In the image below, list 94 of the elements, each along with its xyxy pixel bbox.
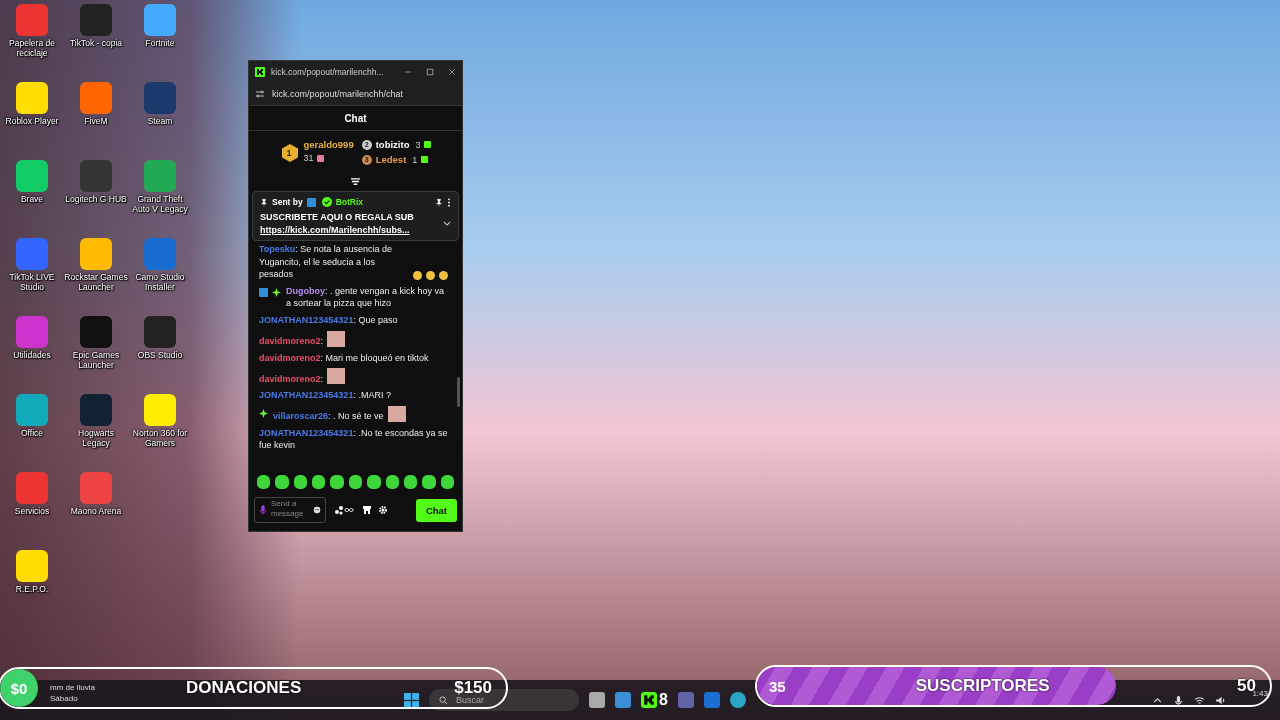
search-icon <box>439 695 448 705</box>
desktop-shortcut[interactable]: Fortnite <box>128 4 192 82</box>
leaderboard-name[interactable]: Ledest <box>375 154 407 165</box>
channel-points-icon[interactable] <box>332 505 356 515</box>
desktop-shortcut[interactable]: Epic Games Launcher <box>64 316 128 394</box>
moderator-badge-icon <box>306 197 316 207</box>
desktop-shortcut[interactable]: Camo Studio Installer <box>128 238 192 316</box>
emote-icon[interactable] <box>385 475 399 489</box>
weather-day: Sábado <box>50 694 78 703</box>
goal-label: DONACIONES <box>186 678 302 698</box>
chat-message: JONATHAN123454321: Que paso <box>259 313 398 327</box>
goal-current: $0 <box>9 679 29 697</box>
emote-image <box>327 330 346 347</box>
chat-message: JONATHAN123454321: .No te escondas ya se fue kevin <box>259 426 448 452</box>
desktop-shortcut[interactable]: Logitech G HUB <box>64 160 128 238</box>
close-icon[interactable] <box>448 68 456 76</box>
emote-icon[interactable] <box>257 475 271 489</box>
rank-badge-icon <box>279 143 300 163</box>
emote-icon[interactable] <box>348 475 363 489</box>
pin-icon[interactable] <box>435 197 443 207</box>
emoji-icon[interactable] <box>313 506 321 514</box>
desktop-shortcut[interactable]: OBS Studio <box>128 316 192 394</box>
leaderboard-name[interactable]: tobizito <box>375 139 410 150</box>
desktop-shortcut[interactable]: Norton 360 for Gamers <box>128 394 192 472</box>
message-input[interactable]: Send a message <box>271 499 309 521</box>
goal-label: SUSCRIPTORES <box>915 676 1050 696</box>
goal-current: 35 <box>769 677 786 695</box>
desktop-shortcut[interactable]: Roblox Player <box>0 82 64 160</box>
window-title: kick.com/popout/marilenchh... <box>271 67 385 77</box>
chat-message: JONATHAN123454321: .MARI ? <box>259 389 391 402</box>
desktop-shortcut[interactable]: Brave <box>0 160 64 238</box>
verified-badge-icon <box>321 197 332 207</box>
rank-number: 1 <box>286 148 292 158</box>
weather-text: mm de lluvia <box>50 683 95 692</box>
desktop-shortcut[interactable]: FiveM <box>64 82 128 160</box>
emote-icon[interactable] <box>330 475 344 489</box>
emote-icon[interactable] <box>367 475 381 489</box>
gift-icon <box>316 154 324 162</box>
expand-icon[interactable] <box>443 221 451 226</box>
microphone-icon[interactable] <box>1173 694 1185 706</box>
wifi-icon[interactable] <box>1194 694 1206 706</box>
collapse-icon[interactable] <box>350 176 361 186</box>
chat-header: Chat <box>249 106 462 131</box>
desktop-shortcut[interactable]: TikTok LIVE Studio <box>0 238 64 316</box>
chat-send-button[interactable]: Chat <box>415 498 457 522</box>
desktop-shortcut[interactable]: Papelera de reciclaje <box>0 4 64 82</box>
more-options-icon[interactable] <box>447 197 451 207</box>
emote-icon[interactable] <box>275 475 289 489</box>
gift-count: 31 <box>303 153 314 163</box>
sent-by-label: Sent by <box>272 197 303 207</box>
desktop-shortcut[interactable]: Grand Theft Auto V Legacy <box>128 160 192 238</box>
kick-app-icon[interactable] <box>641 692 657 708</box>
chat-message: davidmoreno2: <box>259 372 324 386</box>
moderator-badge-icon <box>259 287 268 297</box>
emote-icon[interactable] <box>403 475 418 489</box>
chat-message: davidmoreno2: Mari me bloqueó en tiktok <box>259 351 429 365</box>
emote-icon[interactable] <box>440 475 454 489</box>
maximize-icon[interactable] <box>426 68 434 76</box>
desktop-shortcut[interactable]: Hogwarts Legacy <box>64 394 128 472</box>
desktop-shortcut[interactable]: Servicios <box>0 472 64 550</box>
desktop-shortcut[interactable]: R.E.P.O. <box>0 550 64 628</box>
message-composer[interactable]: Send a message <box>254 497 326 523</box>
desktop-shortcut[interactable]: Utilidades <box>0 316 64 394</box>
emote-icon[interactable] <box>293 475 308 489</box>
desktop-shortcut[interactable]: Maono Arena <box>64 472 128 550</box>
sparkle-badge-icon <box>272 287 281 297</box>
scrollbar[interactable] <box>457 377 460 407</box>
gift-count: 1 <box>412 154 418 165</box>
desktop-shortcut[interactable]: Rockstar Games Launcher <box>64 238 128 316</box>
desktop-shortcut[interactable]: Steam <box>128 82 192 160</box>
store-icon[interactable] <box>362 505 372 515</box>
sparkle-badge-icon <box>259 408 268 418</box>
gift-count: 3 <box>415 139 421 150</box>
pin-icon <box>260 197 268 207</box>
leaderboard-name[interactable]: geraldo999 <box>303 139 354 150</box>
chat-message: Dugoboy: . gente vengan a kick hoy va a sortear la pizza que hizo <box>286 284 446 310</box>
speaker-icon[interactable] <box>1215 694 1227 706</box>
site-settings-icon[interactable] <box>255 89 265 99</box>
start-icon[interactable] <box>404 692 419 708</box>
chat-message: davidmoreno2: <box>259 334 324 348</box>
settings-icon[interactable] <box>378 505 388 515</box>
pinned-link[interactable]: https://kick.com/Marilenchh/subs... <box>260 225 443 235</box>
sender-name[interactable]: BotRix <box>335 197 364 207</box>
emote-icon[interactable] <box>312 475 326 489</box>
emote-image <box>327 368 346 385</box>
chat-message: villaroscar26: . No sé te ve <box>273 410 384 423</box>
kick-logo-icon <box>255 67 265 77</box>
notification-count: 8 <box>659 691 668 709</box>
pinned-title: SUSCRIBETE AQUI O REGALA SUB <box>260 212 415 222</box>
desktop-shortcut[interactable]: Office <box>0 394 64 472</box>
emote-image <box>387 405 406 422</box>
chat-message: Topesku: Se nota la ausencia de Yugancito, el le seducia a los pesados <box>259 243 393 281</box>
emote-icon[interactable] <box>422 475 436 489</box>
desktop-shortcut[interactable]: TikTok - copia <box>64 4 128 82</box>
